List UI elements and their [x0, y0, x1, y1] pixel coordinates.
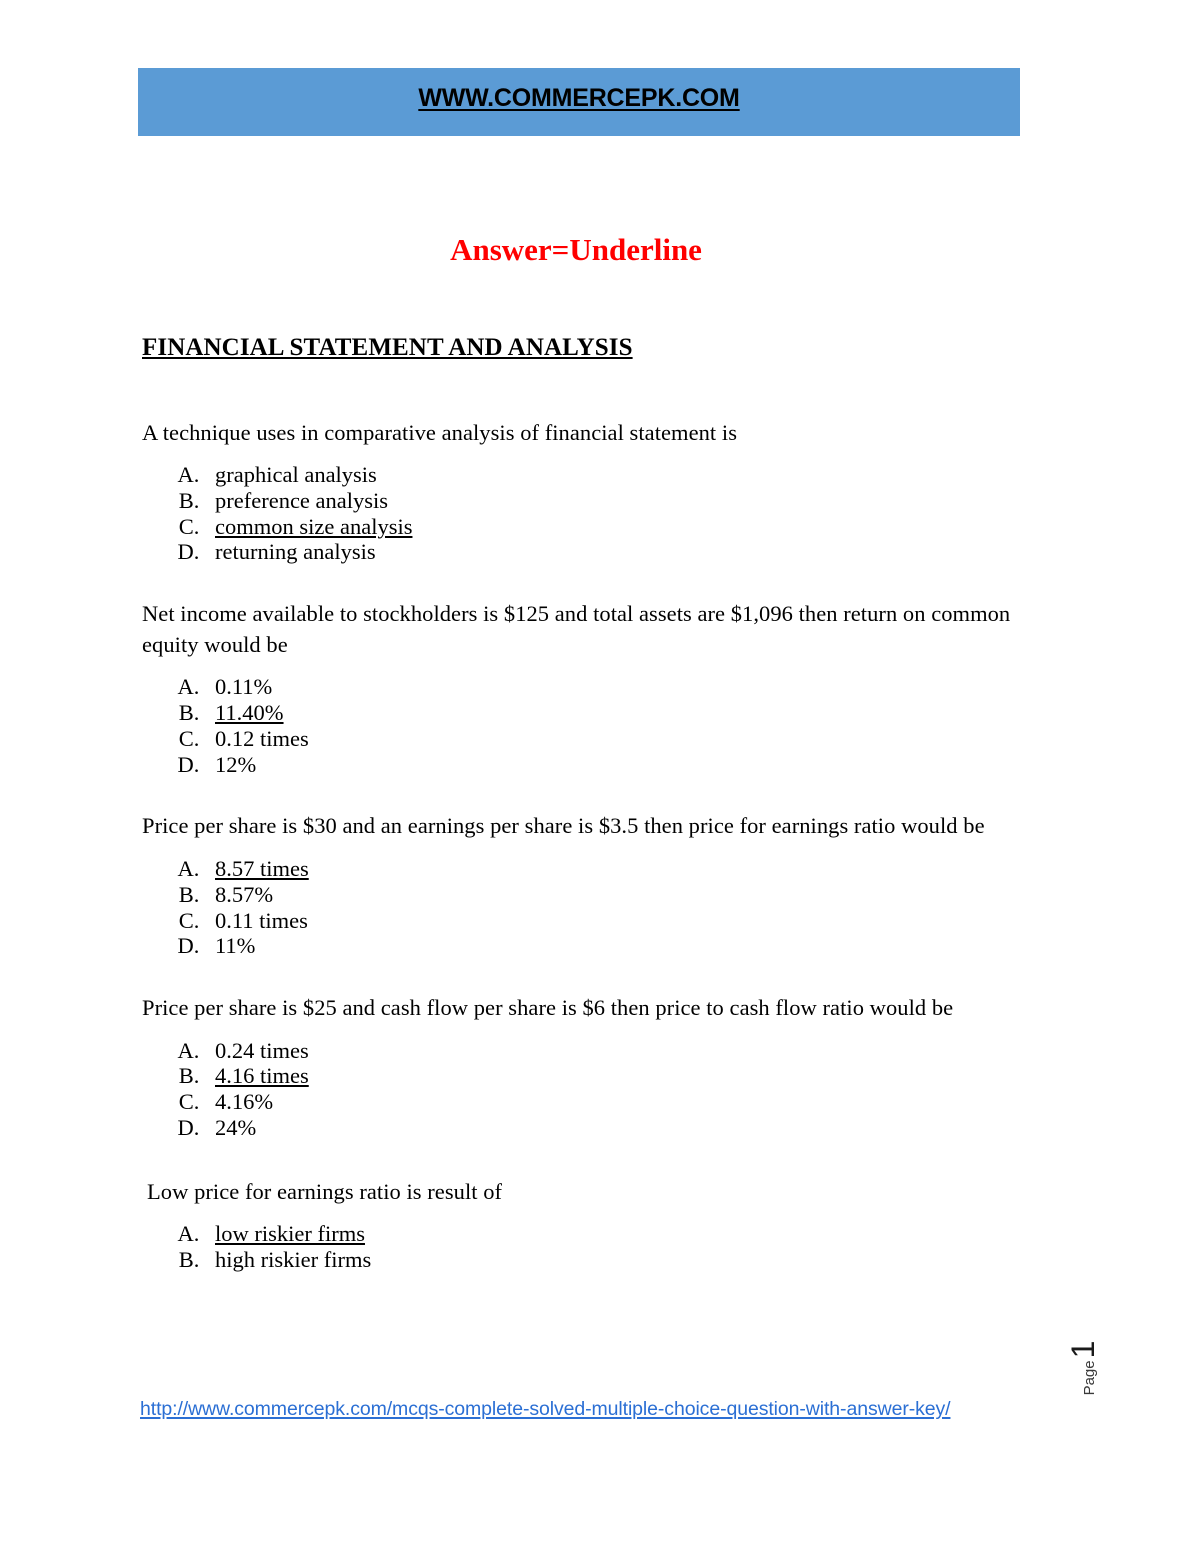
- option-item[interactable]: high riskier firms: [205, 1247, 1022, 1273]
- question-text: Price per share is $30 and an earnings p…: [142, 813, 985, 839]
- options-list: 0.24 times 4.16 times 4.16% 24%: [142, 1038, 1022, 1141]
- option-item-correct[interactable]: low riskier firms: [205, 1221, 1022, 1247]
- option-label: common size analysis: [215, 513, 413, 539]
- option-label: preference analysis: [215, 487, 389, 513]
- question-block: Net income available to stockholders is …: [142, 599, 1022, 777]
- question-block: Low price for earnings ratio is result o…: [142, 1177, 1022, 1273]
- option-label: 11%: [215, 933, 256, 959]
- options-list: low riskier firms high riskier firms: [142, 1221, 1022, 1273]
- question-block: Price per share is $30 and an earnings p…: [142, 811, 1022, 959]
- option-item[interactable]: 11%: [205, 933, 1022, 959]
- option-label: 4.16 times: [215, 1063, 309, 1089]
- question-text: Price per share is $25 and cash flow per…: [142, 995, 954, 1021]
- option-label: 12%: [215, 751, 257, 777]
- section-heading: FINANCIAL STATEMENT AND ANALYSIS: [142, 333, 633, 361]
- option-item[interactable]: 0.24 times: [205, 1038, 1022, 1064]
- option-label: 11.40%: [215, 700, 284, 726]
- question-block: Price per share is $25 and cash flow per…: [142, 993, 1022, 1141]
- option-label: 24%: [215, 1114, 257, 1140]
- footer-source-link[interactable]: http://www.commercepk.com/mcqs-complete-…: [140, 1398, 951, 1421]
- option-label: 8.57 times: [215, 856, 309, 882]
- option-item-correct[interactable]: 8.57 times: [205, 856, 1022, 882]
- question-text: A technique uses in comparative analysis…: [142, 419, 738, 445]
- option-item-correct[interactable]: common size analysis: [205, 514, 1022, 540]
- option-item[interactable]: 24%: [205, 1115, 1022, 1141]
- option-label: graphical analysis: [215, 462, 377, 488]
- option-label: 8.57%: [215, 881, 274, 907]
- option-label: 0.24 times: [215, 1037, 309, 1063]
- site-title: WWW.COMMERCEPK.COM: [418, 84, 740, 112]
- question-text: Low price for earnings ratio is result o…: [147, 1178, 503, 1204]
- option-label: low riskier firms: [215, 1221, 365, 1247]
- document-content: Answer=Underline FINANCIAL STATEMENT AND…: [142, 232, 1022, 1273]
- option-item[interactable]: 0.11%: [205, 674, 1022, 700]
- option-item-correct[interactable]: 11.40%: [205, 700, 1022, 726]
- option-label: returning analysis: [215, 539, 376, 565]
- option-item[interactable]: graphical analysis: [205, 462, 1022, 488]
- options-list: graphical analysis preference analysis c…: [142, 462, 1022, 565]
- option-item[interactable]: returning analysis: [205, 539, 1022, 565]
- option-label: 0.11 times: [215, 907, 308, 933]
- question-text: Net income available to stockholders is …: [142, 601, 1011, 657]
- option-item[interactable]: 12%: [205, 752, 1022, 778]
- page-number: Page 1: [1065, 1318, 1101, 1418]
- option-item[interactable]: 0.11 times: [205, 908, 1022, 934]
- options-list: 0.11% 11.40% 0.12 times 12%: [142, 674, 1022, 777]
- option-label: 4.16%: [215, 1089, 274, 1115]
- option-item[interactable]: 0.12 times: [205, 726, 1022, 752]
- option-item[interactable]: 4.16%: [205, 1089, 1022, 1115]
- option-label: 0.11%: [215, 674, 273, 700]
- option-item[interactable]: preference analysis: [205, 488, 1022, 514]
- option-label: high riskier firms: [215, 1246, 372, 1272]
- option-item-correct[interactable]: 4.16 times: [205, 1063, 1022, 1089]
- option-item[interactable]: 8.57%: [205, 882, 1022, 908]
- document-page: WWW.COMMERCEPK.COM Answer=Underline FINA…: [0, 0, 1200, 1553]
- page-number-value: 1: [1065, 1340, 1101, 1359]
- header-banner: WWW.COMMERCEPK.COM: [138, 68, 1020, 136]
- option-label: 0.12 times: [215, 725, 309, 751]
- options-list: 8.57 times 8.57% 0.11 times 11%: [142, 856, 1022, 959]
- question-block: A technique uses in comparative analysis…: [142, 418, 1022, 566]
- page-number-label: Page: [1081, 1360, 1098, 1396]
- answer-key-legend: Answer=Underline: [450, 232, 702, 267]
